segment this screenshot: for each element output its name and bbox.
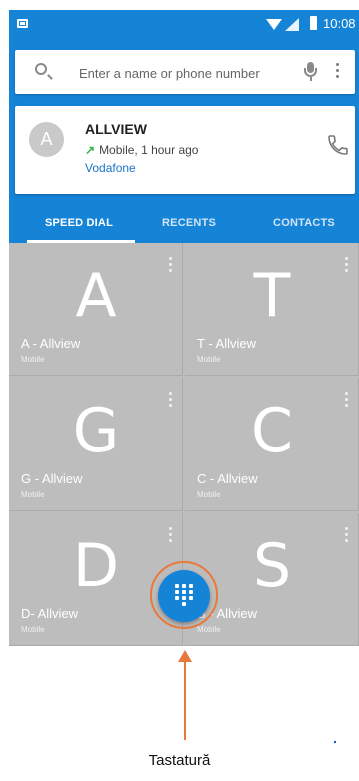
sim-card-icon: [17, 19, 28, 28]
microphone-icon[interactable]: [304, 62, 318, 84]
dialpad-icon: [175, 584, 193, 608]
tile-type: Mobile: [21, 490, 45, 499]
avatar[interactable]: A: [29, 122, 64, 157]
battery-icon: [310, 16, 317, 30]
tile-name: C - Allview: [197, 471, 258, 486]
recent-contact-card[interactable]: A ALLVIEW ↗ Mobile, 1 hour ago Vodafone: [15, 106, 355, 194]
tile-letter: A: [75, 261, 117, 331]
signal-icon: [285, 18, 299, 31]
speed-dial-tile-t[interactable]: T T - Allview Mobile: [185, 243, 359, 376]
tile-name: T - Allview: [197, 336, 256, 351]
tile-name: D- Allview: [21, 606, 79, 621]
tile-type: Mobile: [21, 355, 45, 364]
more-vert-icon[interactable]: [345, 257, 348, 275]
tile-letter: G: [72, 396, 120, 466]
contact-detail: ↗ Mobile, 1 hour ago: [85, 143, 198, 157]
more-vert-icon[interactable]: [169, 257, 172, 275]
tile-type: Mobile: [197, 355, 221, 364]
tile-type: Mobile: [21, 625, 45, 634]
annotation-caption: Tastatură: [148, 752, 211, 769]
tab-recents[interactable]: RECENTS: [139, 203, 239, 243]
more-vert-icon[interactable]: [169, 392, 172, 410]
tile-letter: C: [251, 396, 293, 466]
status-time: 10:08: [323, 16, 356, 31]
dialpad-button[interactable]: [158, 570, 210, 622]
more-vert-icon[interactable]: [345, 527, 348, 545]
search-bar[interactable]: [15, 50, 355, 94]
more-vert-icon[interactable]: [169, 527, 172, 545]
tab-speed-dial[interactable]: SPEED DIAL: [9, 203, 149, 243]
phone-icon[interactable]: [326, 133, 350, 157]
search-icon: [35, 63, 47, 75]
stray-dot: [334, 741, 336, 743]
tile-type: Mobile: [197, 490, 221, 499]
outgoing-call-arrow-icon: ↗: [85, 143, 96, 157]
contact-carrier: Vodafone: [85, 161, 136, 175]
contact-name: ALLVIEW: [85, 121, 147, 137]
speed-dial-tile-a[interactable]: A A - Allview Mobile: [9, 243, 183, 376]
phone-screen: 10:08 A ALLVIEW ↗Mobile, 1 hour ago Voda…: [9, 10, 359, 646]
more-vert-icon[interactable]: [336, 63, 340, 81]
wifi-icon: [266, 19, 282, 30]
contact-detail-text: Mobile, 1 hour ago: [99, 143, 199, 157]
tab-bar: SPEED DIAL RECENTS CONTACTS: [9, 203, 359, 243]
tile-name: G - Allview: [21, 471, 83, 486]
tile-name: A - Allview: [21, 336, 81, 351]
tile-letter: T: [253, 261, 291, 331]
status-bar: 10:08: [9, 10, 359, 42]
tab-contacts[interactable]: CONTACTS: [249, 203, 359, 243]
speed-dial-tile-g[interactable]: G G - Allview Mobile: [9, 378, 183, 511]
tile-type: Mobile: [197, 625, 221, 634]
search-input[interactable]: [77, 62, 291, 84]
speed-dial-tile-c[interactable]: C C - Allview Mobile: [185, 378, 359, 511]
more-vert-icon[interactable]: [345, 392, 348, 410]
callout-line: [184, 658, 186, 740]
